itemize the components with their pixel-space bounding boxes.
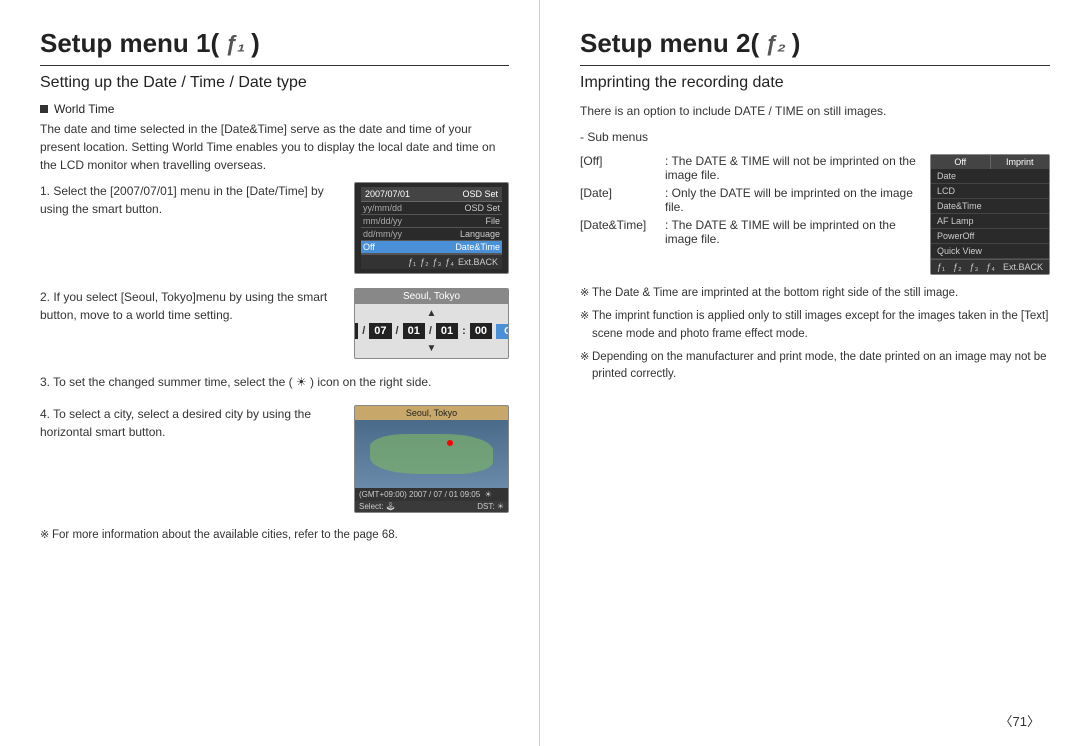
left-panel: Setup menu 1( ƒ₁ ) Setting up the Date /… xyxy=(0,0,540,746)
submenus-label: - Sub menus xyxy=(580,128,1050,146)
wt-down-arrow: ▼ xyxy=(427,343,437,354)
map-continent-shape xyxy=(370,434,492,475)
wt-body: ▲ 07 / 07 / 01 / 01 : 00 OK ▼ xyxy=(355,304,508,358)
map-city-label: Seoul, Tokyo xyxy=(355,406,508,420)
submenu-date-label: [Date] xyxy=(580,186,655,214)
left-title: Setup menu 1( ƒ₁ ) xyxy=(40,28,509,59)
step-3-text: 3. To set the changed summer time, selec… xyxy=(40,373,509,391)
menu-item-aflamp: AF Lamp xyxy=(931,214,1049,229)
note-1: The Date & Time are imprinted at the bot… xyxy=(580,285,1050,302)
cam1-row-3: Off Date&Time xyxy=(361,241,502,254)
map-image xyxy=(355,420,508,488)
step-3-block: 3. To set the changed summer time, selec… xyxy=(40,373,509,391)
camera-screen-1: 2007/07/01 OSD Set yy/mm/dd OSD Set mm/d… xyxy=(354,182,509,274)
menu-header-off: Off xyxy=(931,155,991,169)
bullet-label: World Time xyxy=(54,102,114,116)
right-menu-block: [Off] : The DATE & TIME will not be impr… xyxy=(580,154,1050,275)
menu-header-imprint: Imprint xyxy=(991,155,1050,169)
step-2-text: 2. If you select [Seoul, Tokyo]menu by u… xyxy=(40,288,346,324)
menu-icon-bar: ƒ₁ ƒ₂ ƒ₃ ƒ₄ Ext.BACK xyxy=(931,259,1049,274)
bullet-icon xyxy=(40,105,48,113)
cam1-icon-bar: ƒ₁ ƒ₂ ƒ₃ ƒ₄ Ext.BACK xyxy=(361,254,502,269)
submenu-block: [Off] : The DATE & TIME will not be impr… xyxy=(580,154,922,275)
right-menu-screen: Off Imprint Date LCD Date&Time AF Lamp P… xyxy=(930,154,1050,275)
wt-header: Seoul, Tokyo xyxy=(355,289,508,304)
cam1-header-right: OSD Set xyxy=(462,189,498,199)
map-footer: Select: 🕹 DST: ☀ xyxy=(355,501,508,512)
note-2: The imprint function is applied only to … xyxy=(580,308,1050,343)
submenu-date-desc: : Only the DATE will be imprinted on the… xyxy=(665,186,922,214)
right-subsection-title: Imprinting the recording date xyxy=(580,74,1050,92)
world-time-screen: Seoul, Tokyo ▲ 07 / 07 / 01 / 01 : 00 OK xyxy=(354,288,509,359)
submenu-row-off: [Off] : The DATE & TIME will not be impr… xyxy=(580,154,922,182)
submenu-off-label: [Off] xyxy=(580,154,655,182)
step-2-block: 2. If you select [Seoul, Tokyo]menu by u… xyxy=(40,288,509,359)
cam1-row-1: mm/dd/yy File xyxy=(361,215,502,228)
cam1-row-2: dd/mm/yy Language xyxy=(361,228,502,241)
right-title-text: Setup menu 2( xyxy=(580,28,759,59)
left-title-icon: ƒ₁ xyxy=(225,31,245,57)
menu-item-poweroff: PowerOff xyxy=(931,229,1049,244)
menu-item-quickview: Quick View xyxy=(931,244,1049,259)
left-title-text: Setup menu 1( xyxy=(40,28,219,59)
submenu-row-datetime: [Date&Time] : The DATE & TIME will be im… xyxy=(580,218,922,246)
step-4-text: 4. To select a city, select a desired ci… xyxy=(40,405,346,441)
world-time-body: The date and time selected in the [Date&… xyxy=(40,120,509,174)
submenu-row-date: [Date] : Only the DATE will be imprinted… xyxy=(580,186,922,214)
step-1-block: 1. Select the [2007/07/01] menu in the [… xyxy=(40,182,509,274)
cam1-header: 2007/07/01 OSD Set xyxy=(361,187,502,202)
cam1-header-left: 2007/07/01 xyxy=(365,189,410,199)
world-time-bullet: World Time xyxy=(40,102,509,116)
step-1-text: 1. Select the [2007/07/01] menu in the [… xyxy=(40,182,346,218)
left-title-end: ) xyxy=(251,28,260,59)
menu-header-row: Off Imprint xyxy=(931,155,1049,169)
right-title: Setup menu 2( ƒ₂ ) xyxy=(580,28,1050,59)
submenu-off-desc: : The DATE & TIME will not be imprinted … xyxy=(665,154,922,182)
right-title-end: ) xyxy=(792,28,801,59)
note-3: Depending on the manufacturer and print … xyxy=(580,349,1050,384)
submenu-datetime-desc: : The DATE & TIME will be imprinted on t… xyxy=(665,218,922,246)
right-intro: There is an option to include DATE / TIM… xyxy=(580,102,1050,120)
left-note: For more information about the available… xyxy=(40,527,509,544)
menu-item-lcd: LCD xyxy=(931,184,1049,199)
step-4-block: 4. To select a city, select a desired ci… xyxy=(40,405,509,513)
wt-up-arrow: ▲ xyxy=(427,308,437,319)
submenu-datetime-label: [Date&Time] xyxy=(580,218,655,246)
menu-item-datetime: Date&Time xyxy=(931,199,1049,214)
map-screen: Seoul, Tokyo (GMT+09:00) 2007 / 07 / 01 … xyxy=(354,405,509,513)
left-subsection-title: Setting up the Date / Time / Date type xyxy=(40,74,509,92)
map-coords: (GMT+09:00) 2007 / 07 / 01 09:05 ☀ xyxy=(355,488,508,501)
cam1-row-0: yy/mm/dd OSD Set xyxy=(361,202,502,215)
page-number: 〈71〉 xyxy=(1000,711,1040,730)
wt-time-row: 07 / 07 / 01 / 01 : 00 OK xyxy=(354,323,509,339)
menu-item-date: Date xyxy=(931,169,1049,184)
wt-ok-button[interactable]: OK xyxy=(496,324,509,339)
right-title-icon: ƒ₂ xyxy=(765,31,786,57)
right-panel: Setup menu 2( ƒ₂ ) Imprinting the record… xyxy=(540,0,1080,746)
